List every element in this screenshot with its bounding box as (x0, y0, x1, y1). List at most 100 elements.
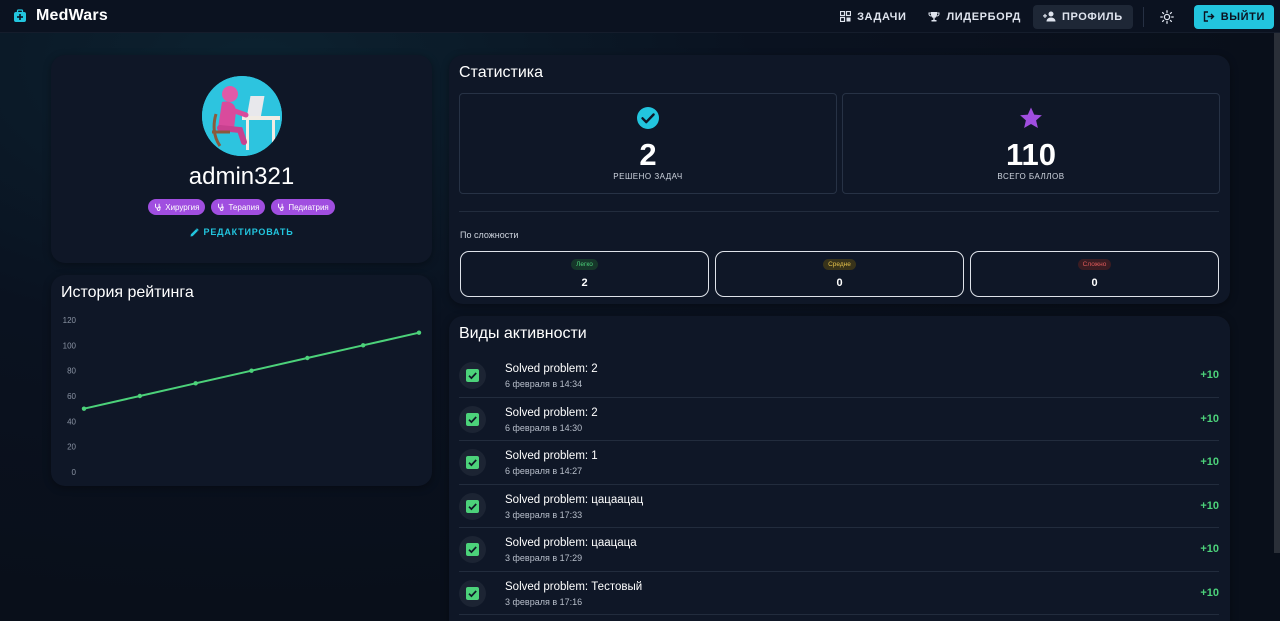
difficulty-hard: Сложно 0 (970, 251, 1219, 297)
activity-points: +10 (1200, 499, 1219, 512)
brand[interactable]: MedWars (12, 7, 108, 25)
rating-chart: 0 20 40 60 80 100 120 (63, 316, 422, 477)
points-label: ВСЕГО БАЛЛОВ (997, 172, 1065, 181)
difficulty-medium-chip: Средне (823, 259, 856, 270)
nav-leaderboard[interactable]: ЛИДЕРБОРД (918, 5, 1030, 29)
statistics-card: Статистика 2 РЕШЕНО ЗАДАЧ 110 ВСЕГО БАЛЛ… (449, 55, 1230, 304)
edit-profile-button[interactable]: РЕДАКТИРОВАТЬ (51, 227, 432, 237)
list-item[interactable]: Solved problem: цаацаца 3 февраля в 17:2… (459, 528, 1219, 572)
tag-pediatrics: Педиатрия (271, 199, 335, 215)
rating-point[interactable] (193, 381, 198, 386)
activity-title-text: Solved problem: 2 (505, 363, 598, 375)
trophy-icon (928, 12, 940, 22)
difficulty-hard-chip: Сложно (1077, 259, 1112, 270)
rating-point[interactable] (137, 393, 143, 399)
statistics-title: Статистика (459, 64, 544, 81)
activity-points: +10 (1200, 586, 1219, 599)
difficulty-medium: Средне 0 (715, 251, 964, 297)
points-total: 110 (1005, 137, 1056, 172)
solved-label: РЕШЕНО ЗАДАЧ (613, 172, 683, 181)
page-scrollbar[interactable] (1274, 33, 1280, 553)
specialty-tags: Хирургия Терапия Педиатрия (51, 199, 432, 215)
rating-point[interactable] (81, 406, 87, 411)
stethoscope-icon (278, 203, 285, 211)
nav-leaderboard-label: ЛИДЕРБОРД (946, 10, 1021, 23)
star-icon (1020, 107, 1042, 128)
check-circle-icon (637, 107, 659, 129)
y-tick-label: 60 (67, 392, 76, 401)
y-tick-label: 40 (67, 417, 76, 426)
logout-icon (1203, 11, 1215, 22)
activity-title-text: Solved problem: Тестовый (505, 580, 643, 593)
difficulty-easy: Легко 2 (460, 251, 709, 297)
theme-toggle-button[interactable] (1154, 5, 1180, 29)
difficulty-title: По сложности (460, 230, 519, 240)
sun-icon (1159, 9, 1174, 24)
activity-time: 6 февраля в 14:27 (505, 466, 583, 476)
nav-tasks[interactable]: ЗАДАЧИ (830, 5, 916, 29)
difficulty-medium-value: 0 (836, 277, 843, 289)
solved-stat-box: 2 РЕШЕНО ЗАДАЧ (459, 93, 837, 194)
rating-point[interactable] (249, 368, 254, 373)
difficulty-hard-value: 0 (1091, 277, 1098, 289)
activity-points: +10 (1200, 412, 1219, 425)
medical-kit-icon (14, 9, 26, 22)
avatar-image (202, 76, 282, 156)
list-item[interactable]: Solved problem: цацаацац 3 февраля в 17:… (459, 485, 1219, 528)
stethoscope-icon (218, 203, 225, 211)
solved-count: 2 (639, 137, 657, 172)
list-item[interactable]: Solved problem: 2 6 февраля в 14:34 +10 (459, 354, 1219, 398)
y-tick-label: 20 (67, 443, 76, 452)
activity-points: +10 (1200, 369, 1219, 381)
list-item[interactable]: Solved problem: Тестовый 3 февраля в 17:… (459, 572, 1219, 615)
list-item[interactable]: Solved problem: 2 6 февраля в 14:30 +10 (459, 398, 1219, 441)
activity-card: Виды активности Solved problem: 2 6 февр… (449, 316, 1230, 621)
difficulty-easy-value: 2 (581, 277, 588, 289)
y-tick-label: 0 (72, 468, 77, 477)
activity-time: 3 февраля в 17:16 (505, 596, 583, 607)
tag-label: Педиатрия (288, 202, 329, 212)
rating-point[interactable] (416, 330, 422, 335)
nav-tasks-label: ЗАДАЧИ (857, 10, 907, 23)
activity-list: Solved problem: 2 6 февраля в 14:34 +10 … (459, 354, 1219, 615)
avatar[interactable] (202, 76, 282, 156)
activity-title-text: Solved problem: 1 (505, 450, 598, 462)
tag-therapy: Терапия (211, 199, 266, 215)
checkbox-icon (466, 586, 479, 600)
y-tick-label: 100 (63, 341, 77, 350)
grid-icon (840, 11, 852, 22)
rating-history-card: История рейтинга 0 20 40 60 80 100 120 (51, 275, 432, 486)
y-tick-label: 80 (67, 367, 76, 376)
nav-divider (1142, 6, 1144, 27)
activity-time: 6 февраля в 14:34 (505, 379, 583, 389)
stats-divider (459, 211, 1219, 212)
y-tick-label: 120 (63, 316, 77, 325)
activity-title-text: Solved problem: 2 (505, 406, 598, 419)
difficulty-easy-chip: Легко (571, 259, 598, 270)
profile-card: admin321 Хирургия Терапия Педиатрия РЕДА… (51, 55, 432, 263)
rating-point[interactable] (360, 343, 366, 348)
tag-label: Терапия (228, 202, 260, 212)
checkbox-icon (466, 456, 479, 469)
activity-time: 3 февраля в 17:29 (505, 553, 583, 563)
username: admin321 (188, 163, 295, 190)
logout-label: ВЫЙТИ (1220, 10, 1265, 23)
top-bar: MedWars ЗАДАЧИ ЛИДЕРБОРД ПРОФИЛЬ ВЫЙТИ (0, 0, 1280, 33)
logout-button[interactable]: ВЫЙТИ (1193, 4, 1274, 29)
list-item[interactable]: Solved problem: 1 6 февраля в 14:27 +10 (459, 441, 1219, 485)
nav-profile-label: ПРОФИЛЬ (1061, 10, 1123, 23)
activity-points: +10 (1200, 543, 1219, 555)
activity-title-text: Solved problem: цаацаца (505, 537, 637, 549)
pencil-icon (190, 227, 199, 236)
activity-points: +10 (1200, 456, 1219, 468)
brand-name: MedWars (36, 7, 108, 24)
nav-profile[interactable]: ПРОФИЛЬ (1032, 4, 1133, 29)
checkbox-icon (466, 499, 479, 513)
tag-label: Хирургия (165, 202, 200, 212)
activity-time: 3 февраля в 17:33 (505, 509, 583, 520)
rating-point[interactable] (305, 355, 310, 361)
activity-title: Виды активности (459, 325, 587, 342)
tag-surgery: Хирургия (148, 199, 206, 215)
checkbox-icon (466, 543, 479, 556)
edit-profile-label: РЕДАКТИРОВАТЬ (203, 227, 294, 237)
